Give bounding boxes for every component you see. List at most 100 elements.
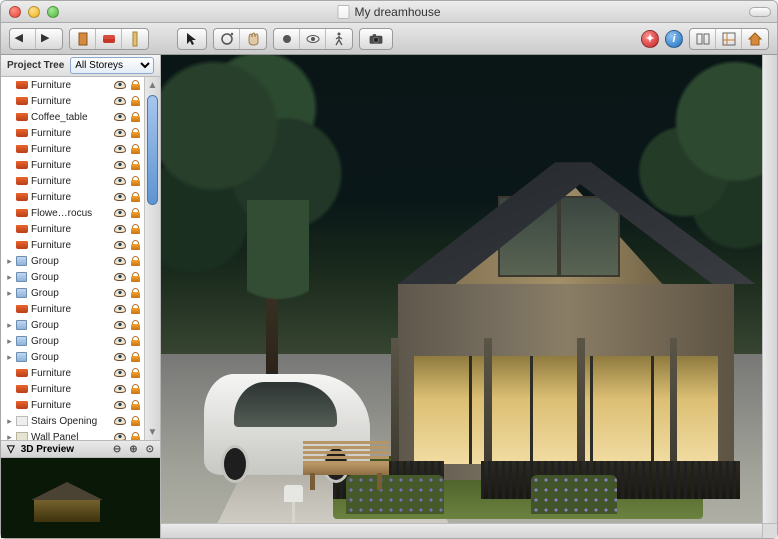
disclosure-triangle-icon[interactable]: ▸ [5,273,14,282]
visibility-toggle[interactable] [113,385,127,393]
visibility-toggle[interactable] [113,81,127,89]
visibility-toggle[interactable] [113,161,127,169]
close-icon[interactable] [9,6,21,18]
lock-toggle[interactable] [128,192,142,202]
tree-row[interactable]: Furniture [1,125,144,141]
tree-row[interactable]: ▸Stairs Opening [1,413,144,429]
viewport-hscroll[interactable] [161,523,762,538]
disclosure-triangle-icon[interactable]: ▸ [5,337,14,346]
project-tree[interactable]: FurnitureFurnitureCoffee_tableFurnitureF… [1,77,144,440]
tree-row[interactable]: ▸Group [1,317,144,333]
visibility-toggle[interactable] [113,145,127,153]
walk-button[interactable] [326,29,352,49]
view-3d-button[interactable] [716,29,742,49]
minimize-icon[interactable] [28,6,40,18]
tree-scrollbar[interactable]: ▲ ▼ [144,77,160,440]
zoom-fit-icon[interactable]: ⊙ [146,444,154,455]
titlebar[interactable]: My dreamhouse [1,1,777,23]
visibility-toggle[interactable] [113,289,127,297]
scroll-thumb[interactable] [147,95,158,205]
nav-forward-button[interactable]: ▶ [36,29,62,49]
info-button[interactable]: i [665,30,683,48]
library-door-button[interactable] [70,29,96,49]
look-around-button[interactable] [300,29,326,49]
zoom-in-icon[interactable]: ⊕ [129,444,137,455]
zoom-icon[interactable] [47,6,59,18]
nav-back-button[interactable]: ◀ [10,29,36,49]
tree-row[interactable]: Furniture [1,221,144,237]
visibility-toggle[interactable] [113,113,127,121]
tree-row[interactable]: Furniture [1,189,144,205]
tree-row[interactable]: Furniture [1,365,144,381]
visibility-toggle[interactable] [113,129,127,137]
lock-toggle[interactable] [128,144,142,154]
lock-toggle[interactable] [128,208,142,218]
lock-toggle[interactable] [128,416,142,426]
lock-toggle[interactable] [128,128,142,138]
tree-row[interactable]: Flowe…rocus [1,205,144,221]
tree-row[interactable]: ▸Group [1,333,144,349]
visibility-toggle[interactable] [113,273,127,281]
view-2d-button[interactable] [690,29,716,49]
tree-row[interactable]: Furniture [1,93,144,109]
tree-row[interactable]: Furniture [1,173,144,189]
lock-toggle[interactable] [128,272,142,282]
tree-row[interactable]: Furniture [1,381,144,397]
tree-row[interactable]: ▸Group [1,349,144,365]
visibility-toggle[interactable] [113,257,127,265]
zoom-out-icon[interactable]: ⊖ [113,444,121,455]
lock-toggle[interactable] [128,96,142,106]
visibility-toggle[interactable] [113,305,127,313]
visibility-toggle[interactable] [113,321,127,329]
lock-toggle[interactable] [128,432,142,440]
lock-toggle[interactable] [128,304,142,314]
tree-row[interactable]: ▸Group [1,269,144,285]
tree-row[interactable]: Furniture [1,237,144,253]
preview-3d[interactable] [1,458,160,538]
tree-row[interactable]: Furniture [1,301,144,317]
lock-toggle[interactable] [128,160,142,170]
disclosure-triangle-icon[interactable]: ▸ [5,353,14,362]
visibility-toggle[interactable] [113,337,127,345]
visibility-toggle[interactable] [113,241,127,249]
alert-button[interactable]: ✦ [641,30,659,48]
disclosure-triangle-icon[interactable]: ▸ [5,417,14,426]
lock-toggle[interactable] [128,400,142,410]
lock-toggle[interactable] [128,256,142,266]
tree-row[interactable]: Furniture [1,141,144,157]
lock-toggle[interactable] [128,80,142,90]
preview-header[interactable]: ▽ 3D Preview ⊖ ⊕ ⊙ [1,440,160,458]
visibility-toggle[interactable] [113,433,127,440]
lock-toggle[interactable] [128,368,142,378]
disclosure-triangle-icon[interactable]: ▸ [5,257,14,266]
tree-row[interactable]: ▸Group [1,253,144,269]
disclosure-triangle-icon[interactable]: ▸ [5,321,14,330]
scroll-down-button[interactable]: ▼ [145,424,160,440]
visibility-toggle[interactable] [113,177,127,185]
snapshot-button[interactable] [359,28,393,50]
storey-select[interactable]: All Storeys [70,57,154,74]
scroll-up-button[interactable]: ▲ [145,77,160,93]
viewport-3d[interactable] [161,55,777,538]
tree-row[interactable]: ▸Group [1,285,144,301]
tree-row[interactable]: Furniture [1,77,144,93]
lock-toggle[interactable] [128,240,142,250]
viewport-resize-corner[interactable] [762,523,777,538]
library-ruler-button[interactable] [122,29,148,49]
view-home-button[interactable] [742,29,768,49]
tree-row[interactable]: ▸Wall Panel [1,429,144,440]
library-sofa-button[interactable] [96,29,122,49]
visibility-toggle[interactable] [113,417,127,425]
lock-toggle[interactable] [128,224,142,234]
viewport-vscroll[interactable] [762,55,777,523]
tree-row[interactable]: Furniture [1,157,144,173]
visibility-toggle[interactable] [113,193,127,201]
visibility-toggle[interactable] [113,209,127,217]
toolbar-toggle-pill[interactable] [749,7,771,17]
lock-toggle[interactable] [128,336,142,346]
lock-toggle[interactable] [128,112,142,122]
pan-button[interactable] [240,29,266,49]
lock-toggle[interactable] [128,320,142,330]
tree-row[interactable]: Coffee_table [1,109,144,125]
lock-toggle[interactable] [128,288,142,298]
